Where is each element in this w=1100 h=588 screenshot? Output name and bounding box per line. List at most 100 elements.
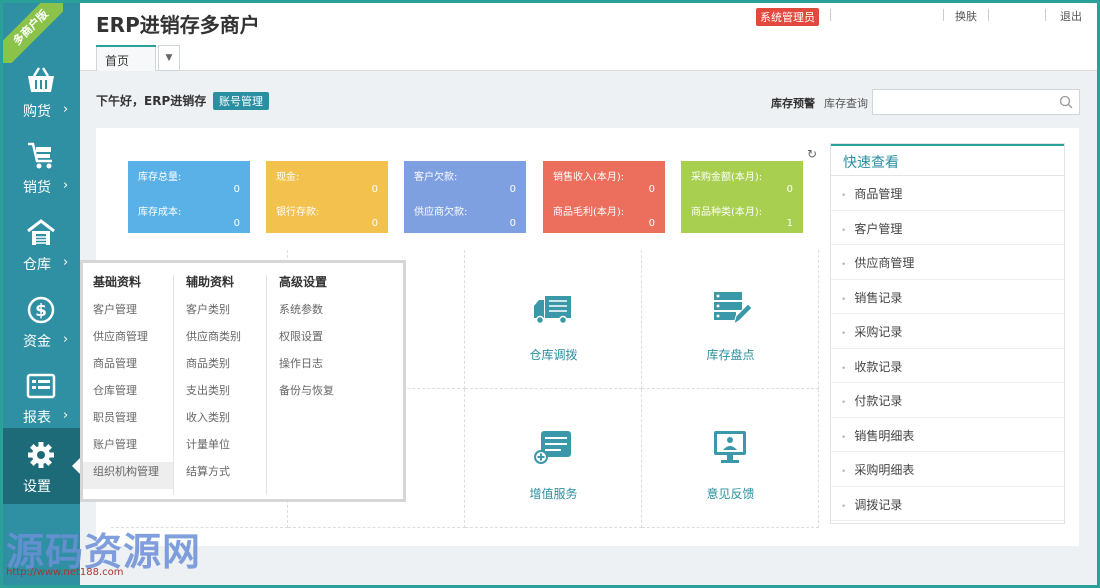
search-icon[interactable] xyxy=(1059,95,1073,109)
shortcut-label: 意见反馈 xyxy=(706,487,755,501)
flyout-column-title: 辅助资料 xyxy=(186,275,235,289)
flyout-menu-item[interactable]: 客户类别 xyxy=(176,300,266,327)
flyout-menu-item[interactable]: 客户管理 xyxy=(83,300,173,327)
chevron-right-icon: › xyxy=(63,102,69,117)
flyout-column-title: 高级设置 xyxy=(279,275,328,289)
gear-icon xyxy=(28,442,54,468)
flyout-menu-item[interactable]: 系统参数 xyxy=(269,300,359,327)
chevron-right-icon: › xyxy=(63,178,69,193)
chevron-down-icon: ▼ xyxy=(165,53,173,63)
flyout-menu-item[interactable]: 供应商管理 xyxy=(83,327,173,354)
sidebar-item-purchase[interactable]: 购货 › xyxy=(3,53,80,129)
flyout-menu-item[interactable]: 收入类别 xyxy=(176,408,266,435)
sidebar-item-sales[interactable]: 销货 › xyxy=(3,129,80,205)
tab-home[interactable]: 首页 xyxy=(96,45,156,71)
quick-view-item[interactable]: 销售记录 xyxy=(831,280,1064,314)
divider xyxy=(1045,9,1046,21)
shortcut-inventory-check[interactable]: 库存盘点 xyxy=(642,250,819,389)
flyout-menu-item[interactable]: 备份与恢复 xyxy=(269,381,359,408)
quick-view-item[interactable]: 采购记录 xyxy=(831,314,1064,349)
svg-text:$: $ xyxy=(35,301,47,321)
stat-label: 商品种类(本月): xyxy=(691,207,763,218)
refresh-icon[interactable]: ↻ xyxy=(807,147,817,161)
shortcut-value-added[interactable]: 增值服务 xyxy=(465,389,642,528)
flyout-menu-item[interactable]: 权限设置 xyxy=(269,327,359,354)
sidebar-item-reports[interactable]: 报表 › xyxy=(3,359,80,435)
sidebar-item-funds[interactable]: $ 资金 › xyxy=(3,283,80,359)
shortcut-warehouse-transfer[interactable]: 仓库调拨 xyxy=(465,250,642,389)
quick-view-item[interactable]: 采购明细表 xyxy=(831,452,1064,487)
stat-label: 库存成本: xyxy=(138,207,182,218)
account-manage-button[interactable]: 账号管理 xyxy=(213,92,269,110)
stat-value: 0 xyxy=(786,184,793,195)
stat-value: 0 xyxy=(509,184,516,195)
stat-value: 1 xyxy=(786,218,793,229)
quick-view-panel: 快速查看 商品管理客户管理供应商管理销售记录采购记录收款记录付款记录销售明细表采… xyxy=(830,143,1065,524)
divider xyxy=(988,9,989,21)
flyout-menu-item[interactable]: 商品类别 xyxy=(176,354,266,381)
quick-view-item[interactable]: 客户管理 xyxy=(831,211,1064,245)
quick-view-list: 商品管理客户管理供应商管理销售记录采购记录收款记录付款记录销售明细表采购明细表调… xyxy=(831,176,1064,521)
sidebar-item-warehouse[interactable]: 仓库 › xyxy=(3,206,80,282)
stat-value: 0 xyxy=(233,184,240,195)
flyout-menu-item[interactable]: 支出类别 xyxy=(176,381,266,408)
stat-label: 现金: xyxy=(276,172,300,183)
quick-view-item[interactable]: 收款记录 xyxy=(831,349,1064,383)
flyout-menu-item[interactable]: 职员管理 xyxy=(83,408,173,435)
sidebar-item-label: 设置 xyxy=(23,479,51,495)
stat-label: 销售收入(本月): xyxy=(553,172,625,183)
report-icon xyxy=(26,373,56,399)
flyout-menu-item[interactable]: 供应商类别 xyxy=(176,327,266,354)
quick-view-item[interactable]: 商品管理 xyxy=(831,176,1064,211)
quick-view-item[interactable]: 付款记录 xyxy=(831,383,1064,418)
stat-tile: 客户欠款: 0 供应商欠款: 0 xyxy=(404,161,526,233)
stat-label: 采购金额(本月): xyxy=(691,172,763,183)
cart-icon xyxy=(28,142,52,169)
sidebar-item-label: 销货 xyxy=(23,180,51,196)
stat-value: 0 xyxy=(233,218,240,229)
basket-icon xyxy=(28,67,54,92)
stat-value: 0 xyxy=(648,218,655,229)
flyout-menu-item[interactable]: 组织机构管理 xyxy=(83,462,173,489)
flyout-column: 辅助资料客户类别 供应商类别 商品类别 支出类别 收入类别 计量单位 结算方式 xyxy=(176,273,266,489)
stat-tile: 采购金额(本月): 0 商品种类(本月): 1 xyxy=(681,161,803,233)
quick-view-item[interactable]: 销售明细表 xyxy=(831,418,1064,452)
header: ERP进销存多商户 系统管理员 换肤 退出 首页 ▼ xyxy=(80,3,1097,71)
stat-label: 商品毛利(本月): xyxy=(553,207,625,218)
flyout-pointer xyxy=(72,458,80,474)
flyout-menu-item[interactable]: 结算方式 xyxy=(176,462,266,489)
logout-link[interactable]: 退出 xyxy=(1060,8,1082,24)
stock-warning-link[interactable]: 库存预警 xyxy=(771,95,815,111)
flyout-column-title: 基础资料 xyxy=(93,275,142,289)
stat-value: 0 xyxy=(371,218,378,229)
stock-search-input[interactable] xyxy=(877,93,1057,111)
stat-label: 银行存款: xyxy=(276,207,320,218)
shortcut-feedback[interactable]: 意见反馈 xyxy=(642,389,819,528)
flyout-menu-item[interactable]: 仓库管理 xyxy=(83,381,173,408)
sidebar-item-label: 报表 xyxy=(23,410,51,426)
stock-search-box xyxy=(872,89,1080,115)
divider xyxy=(943,9,944,21)
truck-icon xyxy=(534,296,571,325)
switch-skin-link[interactable]: 换肤 xyxy=(955,8,977,24)
chevron-right-icon: › xyxy=(63,332,69,347)
chevron-right-icon: › xyxy=(63,408,69,423)
tab-dropdown-button[interactable]: ▼ xyxy=(158,45,180,71)
divider xyxy=(266,275,267,495)
flyout-menu-item[interactable]: 操作日志 xyxy=(269,354,359,381)
flyout-menu-item[interactable]: 计量单位 xyxy=(176,435,266,462)
flyout-menu-item[interactable]: 商品管理 xyxy=(83,354,173,381)
quick-view-item[interactable]: 供应商管理 xyxy=(831,245,1064,280)
shortcut-label: 仓库调拨 xyxy=(529,348,578,362)
stat-label: 供应商欠款: xyxy=(414,207,468,218)
app-title: ERP进销存多商户 xyxy=(96,13,260,37)
greeting-text: 下午好，ERP进销存 xyxy=(96,94,207,108)
stock-query-label: 库存查询 xyxy=(824,97,868,110)
sidebar-item-settings[interactable]: 设置 xyxy=(3,428,80,504)
stat-label: 库存总量: xyxy=(138,172,182,183)
value-added-icon xyxy=(534,431,571,464)
stat-label: 客户欠款: xyxy=(414,172,458,183)
dollar-icon: $ xyxy=(27,296,55,324)
quick-view-item[interactable]: 调拨记录 xyxy=(831,487,1064,521)
flyout-menu-item[interactable]: 账户管理 xyxy=(83,435,173,462)
